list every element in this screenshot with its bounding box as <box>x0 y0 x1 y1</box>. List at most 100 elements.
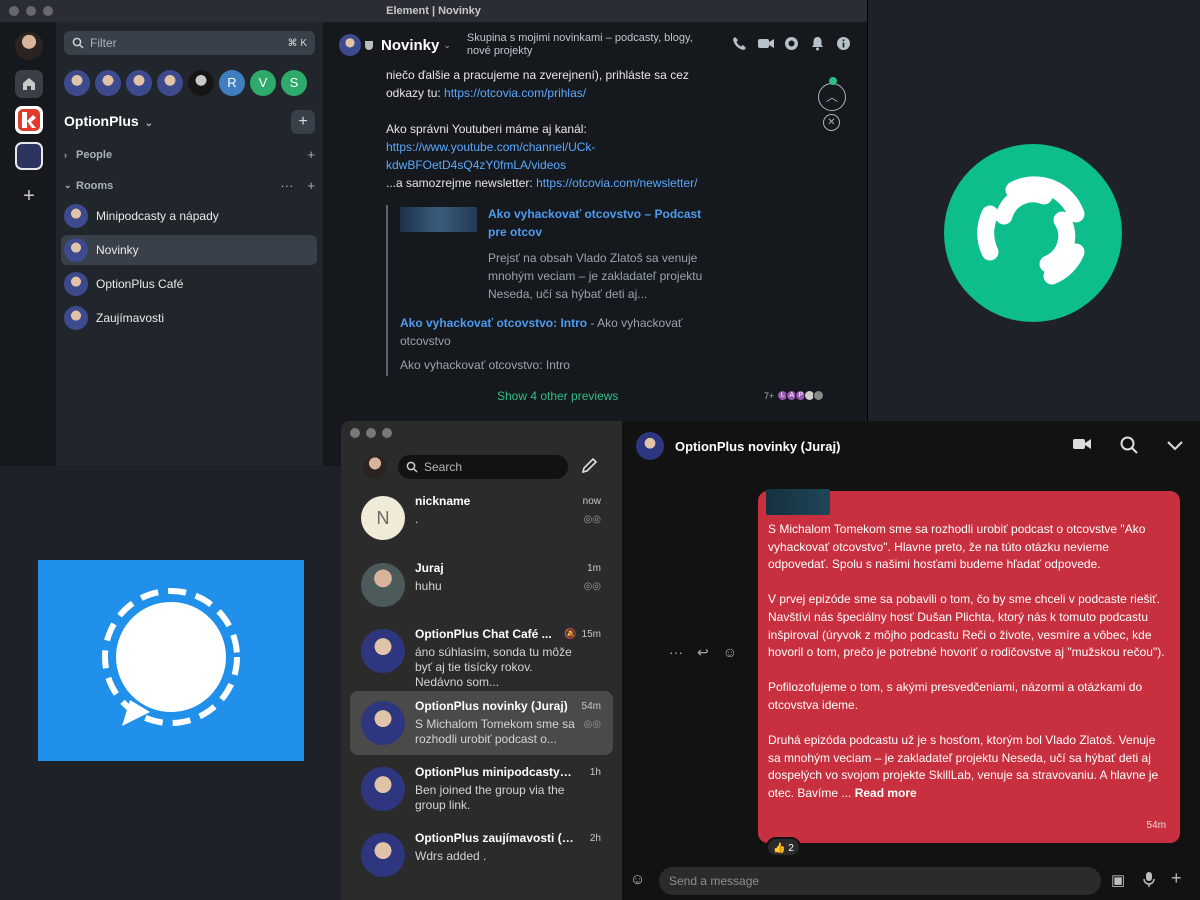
reply-icon[interactable]: ↩ <box>697 644 709 661</box>
conversation-time: now <box>582 496 601 507</box>
member-avatar[interactable] <box>188 70 214 96</box>
conversation-item[interactable]: OptionPlus Chat Café ... 🔕 15m áno súhlas… <box>350 619 613 689</box>
link[interactable]: https://otcovia.com/newsletter/ <box>536 176 697 190</box>
preview-title[interactable]: Ako vyhackovať otcovstvo – Podcast pre o… <box>488 205 718 241</box>
attach-plus-icon[interactable]: + <box>1171 868 1182 889</box>
preview-thumbnail[interactable] <box>400 207 477 232</box>
chat-avatar[interactable] <box>636 432 664 460</box>
preview-title[interactable]: Ako vyhackovať otcovstvo: Intro <box>400 316 587 330</box>
user-avatar[interactable] <box>15 32 43 60</box>
room-header: Novinky ⌄ Skupina s mojimi novinkami – p… <box>323 22 867 68</box>
message-paragraph: S Michalom Tomekom sme sa rozhodli urobi… <box>768 522 1146 572</box>
room-avatar[interactable] <box>339 34 361 56</box>
element-titlebar: Element | Novinky <box>0 0 867 22</box>
preview-heading: Ako vyhackovať otcovstvo: Intro - Ako vy… <box>400 314 726 350</box>
avatar <box>361 701 405 745</box>
search-input[interactable]: Search <box>398 455 568 479</box>
video-call-icon[interactable] <box>1072 436 1092 459</box>
message-text: odkazy tu: <box>386 86 445 100</box>
video-call-icon[interactable] <box>757 36 774 52</box>
room-name: Minipodcasty a nápady <box>96 209 219 223</box>
shield-icon <box>365 40 373 50</box>
member-avatar-letter[interactable]: S <box>281 70 307 96</box>
filter-input[interactable]: Filter ⌘ K <box>64 31 315 55</box>
add-reaction-icon[interactable]: ☺ <box>723 644 737 661</box>
show-more-previews-button[interactable]: Show 4 other previews <box>497 389 618 403</box>
chevron-down-icon: ⌄ <box>64 180 72 190</box>
create-space-button[interactable]: + <box>15 182 43 210</box>
conversation-item[interactable]: OptionPlus minipodcasty (... 1h Ben join… <box>350 757 613 821</box>
link[interactable]: kdwBFOetD4sQ4zY0fmLA/videos <box>386 156 786 174</box>
space-hq[interactable] <box>15 106 43 134</box>
conversation-time: 1m <box>587 563 601 574</box>
conversation-item[interactable]: N nickname now . ◎◎ <box>350 486 613 550</box>
more-options-icon[interactable]: ··· <box>280 178 293 193</box>
message-bubble[interactable]: S Michalom Tomekom sme sa rozhodli urobi… <box>758 489 1180 843</box>
url-preview[interactable]: Ako vyhackovať otcovstvo – Podcast pre o… <box>386 205 726 325</box>
threads-icon[interactable] <box>783 36 799 52</box>
space-optionplus[interactable] <box>15 142 43 170</box>
avatar <box>361 767 405 811</box>
reaction-badge[interactable]: 👍 2 <box>766 837 801 857</box>
my-avatar[interactable] <box>363 455 387 479</box>
conversation-name: OptionPlus Chat Café ... <box>415 627 552 641</box>
member-avatar[interactable] <box>95 70 121 96</box>
member-avatar[interactable] <box>157 70 183 96</box>
member-avatar-letter[interactable]: R <box>219 70 245 96</box>
member-avatar[interactable] <box>64 70 90 96</box>
room-item[interactable]: Zaujímavosti <box>61 303 317 333</box>
add-person-button[interactable]: + <box>307 147 315 162</box>
room-title[interactable]: Novinky <box>381 37 439 54</box>
home-space[interactable] <box>15 70 43 98</box>
room-info-icon[interactable] <box>835 36 851 52</box>
add-room-button[interactable]: + <box>307 178 315 193</box>
message-input[interactable]: Send a message <box>659 867 1101 895</box>
signal-window: Search N nickname now . ◎◎ Juraj 1m huhu… <box>341 421 1200 900</box>
microphone-icon[interactable] <box>1142 871 1156 891</box>
message-image[interactable] <box>766 489 830 515</box>
avatar: N <box>361 496 405 540</box>
message-line: Ako správni Youtuberi máme aj kanál: <box>386 122 587 136</box>
space-name[interactable]: OptionPlus ⌄ <box>64 113 153 129</box>
conversation-preview: . <box>415 512 419 526</box>
chevron-down-icon[interactable] <box>1166 436 1184 459</box>
read-more-link[interactable]: Read more <box>855 786 917 800</box>
url-preview[interactable]: Ako vyhackovať otcovstvo: Intro - Ako vy… <box>386 314 726 376</box>
section-rooms[interactable]: ⌄ Rooms ··· + <box>64 178 315 193</box>
message-text: ...a samozrejme newsletter: <box>386 176 537 190</box>
add-button[interactable]: + <box>291 110 315 134</box>
link[interactable]: https://otcovia.com/prihlas/ <box>444 86 586 100</box>
close-window-button[interactable] <box>350 428 360 438</box>
emoji-icon[interactable]: ☺ <box>630 871 645 888</box>
jump-to-unread-button[interactable]: ︿ <box>818 77 846 111</box>
conversation-item-selected[interactable]: OptionPlus novinky (Juraj) 54m S Michalo… <box>350 691 613 755</box>
read-receipts[interactable]: 7+ L A P <box>764 390 825 401</box>
room-topic[interactable]: Skupina s mojimi novinkami – podcasty, b… <box>467 32 717 58</box>
sticker-icon[interactable]: ▣ <box>1111 871 1125 889</box>
section-people-label: People <box>76 148 113 161</box>
message-text: Druhá epizóda podcastu už je s hosťom, k… <box>768 733 1159 800</box>
voice-call-icon[interactable] <box>731 36 747 52</box>
room-item[interactable]: OptionPlus Café <box>61 269 317 299</box>
conversation-name: OptionPlus zaujímavosti (J... <box>415 831 575 845</box>
dismiss-unread-icon[interactable]: ✕ <box>823 114 840 131</box>
conversation-item[interactable]: Juraj 1m huhu ◎◎ <box>350 553 613 617</box>
more-options-icon[interactable]: ··· <box>669 644 683 661</box>
message-paragraph: Pofilozofujeme o tom, s akými presvedčen… <box>768 680 1143 712</box>
conversation-time: 🔕 15m <box>564 629 601 640</box>
notifications-icon[interactable] <box>809 36 825 52</box>
member-avatar[interactable] <box>126 70 152 96</box>
minimize-window-button[interactable] <box>366 428 376 438</box>
section-rooms-label: Rooms <box>76 179 114 192</box>
avatar <box>361 563 405 607</box>
conversation-item[interactable]: OptionPlus zaujímavosti (J... 2h Wdrs ad… <box>350 823 613 887</box>
compose-icon[interactable] <box>580 457 600 477</box>
section-people[interactable]: › People + <box>64 147 315 162</box>
room-item[interactable]: Minipodcasty a nápady <box>61 201 317 231</box>
search-icon[interactable] <box>1120 436 1138 459</box>
room-item-selected[interactable]: Novinky <box>61 235 317 265</box>
link[interactable]: https://www.youtube.com/channel/UCk- <box>386 138 786 156</box>
zoom-window-button[interactable] <box>382 428 392 438</box>
member-avatar-letter[interactable]: V <box>250 70 276 96</box>
chat-title[interactable]: OptionPlus novinky (Juraj) <box>675 439 840 454</box>
